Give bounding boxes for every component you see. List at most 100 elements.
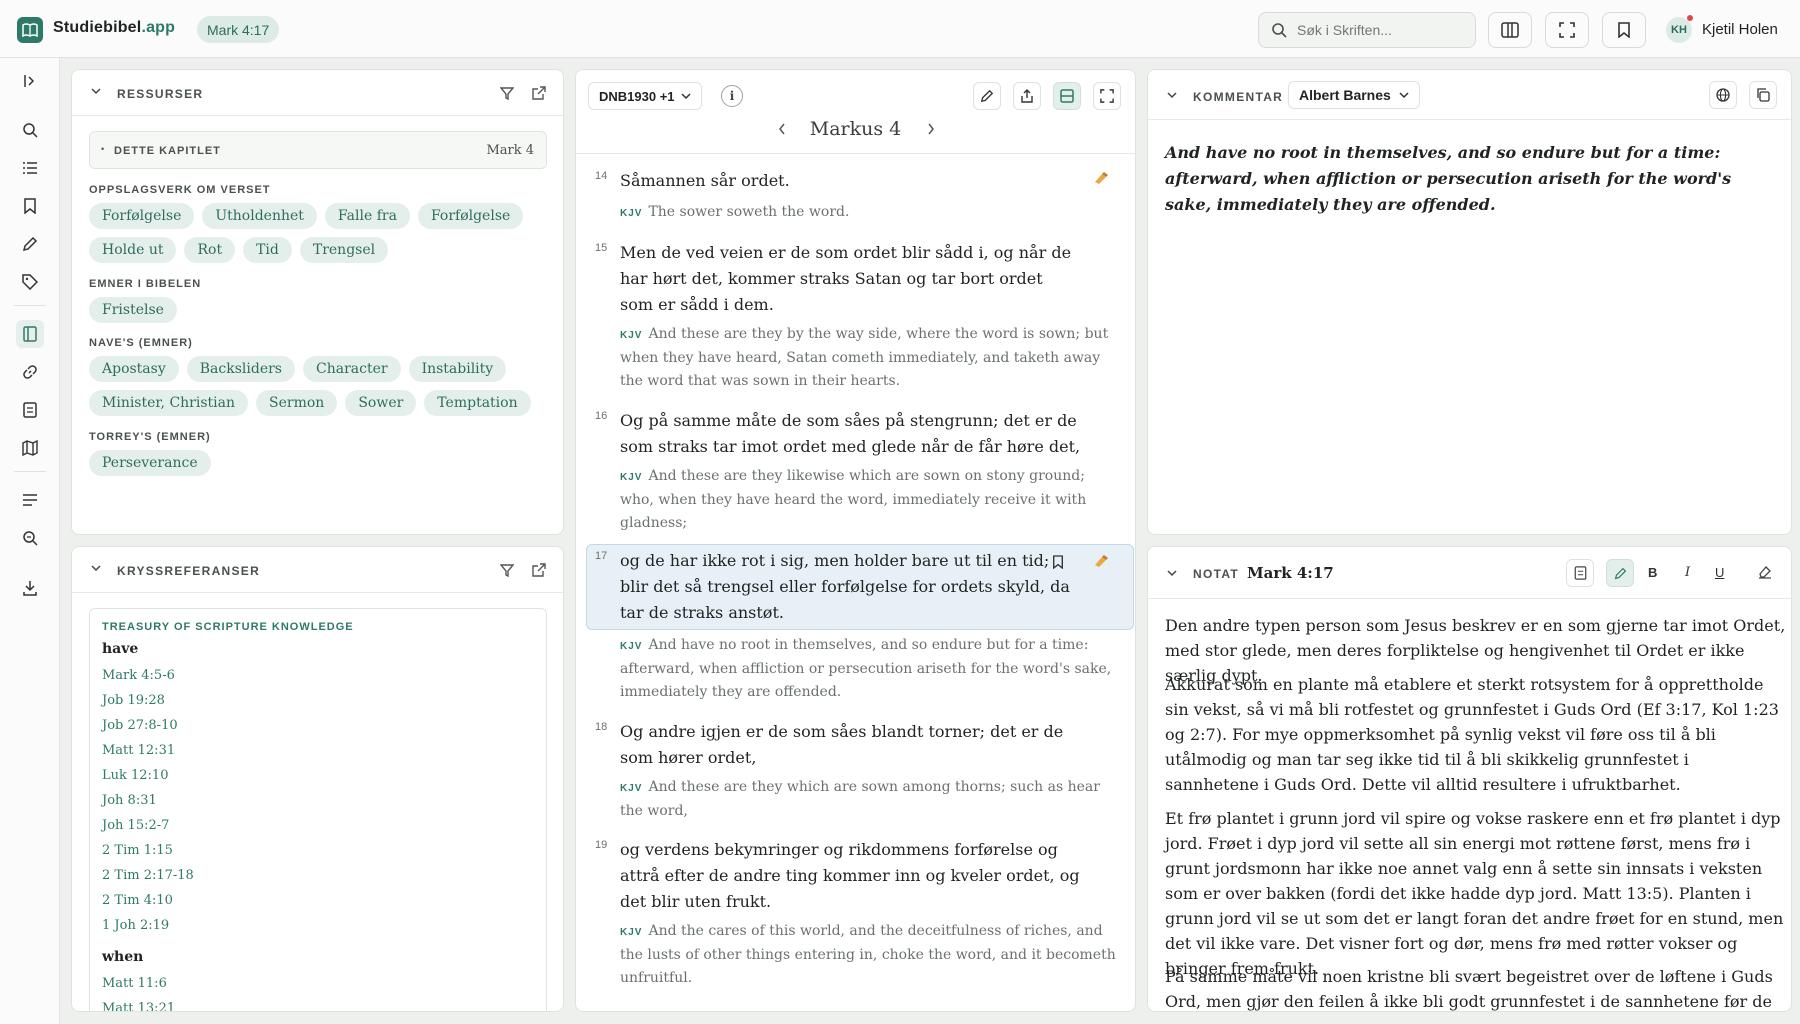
topic-chip[interactable]: Backsliders	[186, 356, 295, 382]
filter-icon[interactable]	[497, 83, 517, 103]
collapse-chevron-icon[interactable]	[90, 87, 102, 95]
topic-chip[interactable]: Rot	[184, 237, 236, 263]
verse-line[interactable]: blir det så trengsel eller forfølgelse f…	[620, 574, 1070, 600]
lines-icon[interactable]	[16, 486, 44, 514]
xref-link[interactable]: Joh 15:2-7	[102, 818, 169, 833]
xref-link[interactable]: Matt 12:31	[102, 743, 175, 758]
download-icon[interactable]	[16, 574, 44, 602]
verse-line[interactable]: attrå efter de andre ting kommer inn og …	[620, 863, 1080, 889]
topic-chip[interactable]: Character	[303, 356, 401, 382]
brand-name[interactable]: Studiebibel.app	[53, 19, 175, 37]
xref-link[interactable]: Matt 11:6	[102, 976, 167, 991]
bold-button[interactable]: B	[1648, 565, 1657, 580]
avatar[interactable]: KH	[1666, 17, 1692, 43]
topic-chip[interactable]: Sower	[345, 390, 417, 416]
search-field[interactable]	[1258, 12, 1476, 48]
edit-button[interactable]	[973, 82, 1001, 110]
share-button[interactable]	[1013, 82, 1041, 110]
verse-line[interactable]: og verdens bekymringer og rikdommens for…	[620, 837, 1058, 863]
xref-link[interactable]: 2 Tim 4:10	[102, 893, 173, 908]
username[interactable]: Kjetil Holen	[1702, 21, 1778, 38]
topic-chip[interactable]: Minister, Christian	[89, 390, 249, 416]
verse-line[interactable]: Såmannen sår ordet.	[620, 168, 790, 194]
xref-link[interactable]: 2 Tim 1:15	[102, 843, 173, 858]
columns-layout-button[interactable]	[1488, 12, 1532, 48]
fullscreen-button[interactable]	[1545, 12, 1589, 48]
copy-button[interactable]	[1749, 81, 1777, 109]
topic-chip[interactable]: Forfølgelse	[417, 203, 524, 229]
search-input[interactable]	[1297, 22, 1457, 38]
language-button[interactable]	[1709, 81, 1737, 109]
xref-link[interactable]: 1 Joh 2:19	[102, 918, 169, 933]
underline-button[interactable]: U	[1715, 565, 1724, 580]
collapse-chevron-icon[interactable]	[90, 564, 102, 572]
topic-chip[interactable]: Sermon	[256, 390, 338, 416]
commentary-author-selector[interactable]: Albert Barnes	[1288, 81, 1420, 109]
note-paragraph[interactable]: På samme måte vil noen kristne bli svært…	[1165, 964, 1787, 1011]
link-icon[interactable]	[16, 358, 44, 386]
topic-chip[interactable]: Forfølgelse	[89, 203, 195, 229]
next-chapter-icon[interactable]	[926, 122, 936, 136]
verse-line[interactable]: som straks tar imot ordet med glede når …	[620, 434, 1080, 460]
topic-chip[interactable]: Apostasy	[89, 356, 179, 382]
xref-link[interactable]: Mark 4:5-6	[102, 668, 175, 683]
xref-link[interactable]: Joh 8:31	[102, 793, 157, 808]
verse-line[interactable]: Og på samme måte de som såes på stengrun…	[620, 408, 1077, 434]
info-icon[interactable]: i	[721, 85, 743, 107]
filter-icon[interactable]	[497, 560, 517, 580]
parallel-view-button[interactable]	[1053, 82, 1081, 110]
xref-link[interactable]: 2 Tim 2:17-18	[102, 868, 194, 883]
map-icon[interactable]	[16, 434, 44, 462]
bookmark-icon[interactable]	[1052, 555, 1064, 569]
note-paragraph[interactable]: Akkurat som en plante må etablere et ste…	[1165, 672, 1787, 797]
verse-line[interactable]: det blir uten frukt.	[620, 889, 771, 915]
highlighter-icon[interactable]	[1093, 554, 1109, 568]
pen-icon[interactable]	[16, 230, 44, 258]
eraser-icon[interactable]	[1758, 565, 1772, 579]
expand-button[interactable]	[1093, 82, 1121, 110]
verse-line[interactable]: tar de straks anstøt.	[620, 600, 784, 626]
topic-chip[interactable]: Holde ut	[89, 237, 177, 263]
xref-link[interactable]: Job 19:28	[102, 693, 165, 708]
topic-chip[interactable]: Trengsel	[299, 237, 389, 263]
this-chapter-toggle[interactable]: • DETTE KAPITLET Mark 4	[89, 131, 547, 169]
search-icon[interactable]	[16, 116, 44, 144]
topic-chip[interactable]: Tid	[243, 237, 292, 263]
expand-sidebar-icon[interactable]	[16, 67, 44, 95]
verse-line[interactable]: har hørt det, kommer straks Satan og tar…	[620, 266, 1043, 292]
open-external-icon[interactable]	[529, 83, 549, 103]
xref-link[interactable]: Job 27:8-10	[102, 718, 178, 733]
note-edit-button[interactable]	[1606, 559, 1634, 587]
bookmark-icon[interactable]	[16, 192, 44, 220]
notes-icon[interactable]	[16, 396, 44, 424]
open-external-icon[interactable]	[529, 560, 549, 580]
collapse-chevron-icon[interactable]	[1166, 569, 1178, 577]
italic-button[interactable]: I	[1685, 565, 1690, 580]
note-paragraph[interactable]: Et frø plantet i grunn jord vil spire og…	[1165, 806, 1787, 981]
topic-chip[interactable]: Fristelse	[89, 297, 177, 323]
bible-logo-icon[interactable]	[17, 17, 43, 43]
list-icon[interactable]	[16, 154, 44, 182]
verse-line[interactable]: og de har ikke rot i sig, men holder bar…	[620, 548, 1049, 574]
verse-line[interactable]: Men de ved veien er de som ordet blir så…	[620, 240, 1071, 266]
verse-line[interactable]: Og andre igjen er de som såes blandt tor…	[620, 719, 1063, 745]
zoom-icon[interactable]	[16, 524, 44, 552]
kjv-verse: KJV And these are they which are sown amo…	[620, 776, 1100, 823]
tag-icon[interactable]	[16, 268, 44, 296]
xref-link[interactable]: Luk 12:10	[102, 768, 168, 783]
topic-chip[interactable]: Perseverance	[89, 450, 211, 476]
collapse-chevron-icon[interactable]	[1166, 91, 1178, 99]
note-document-button[interactable]	[1566, 559, 1594, 587]
verse-line[interactable]: som er sådd i dem.	[620, 292, 774, 318]
topic-chip[interactable]: Utholdenhet	[202, 203, 317, 229]
current-ref-pill[interactable]: Mark 4:17	[197, 16, 280, 43]
topic-chip[interactable]: Falle fra	[324, 203, 410, 229]
xref-link[interactable]: Matt 13:21	[102, 1001, 175, 1011]
bookmark-button[interactable]	[1602, 12, 1646, 48]
highlighter-icon[interactable]	[1093, 171, 1109, 185]
book-icon[interactable]	[16, 320, 44, 348]
verse-line[interactable]: som hører ordet,	[620, 745, 756, 771]
topic-chip[interactable]: Instability	[408, 356, 507, 382]
topic-chip[interactable]: Temptation	[424, 390, 531, 416]
translation-selector[interactable]: DNB1930 +1	[588, 82, 702, 110]
